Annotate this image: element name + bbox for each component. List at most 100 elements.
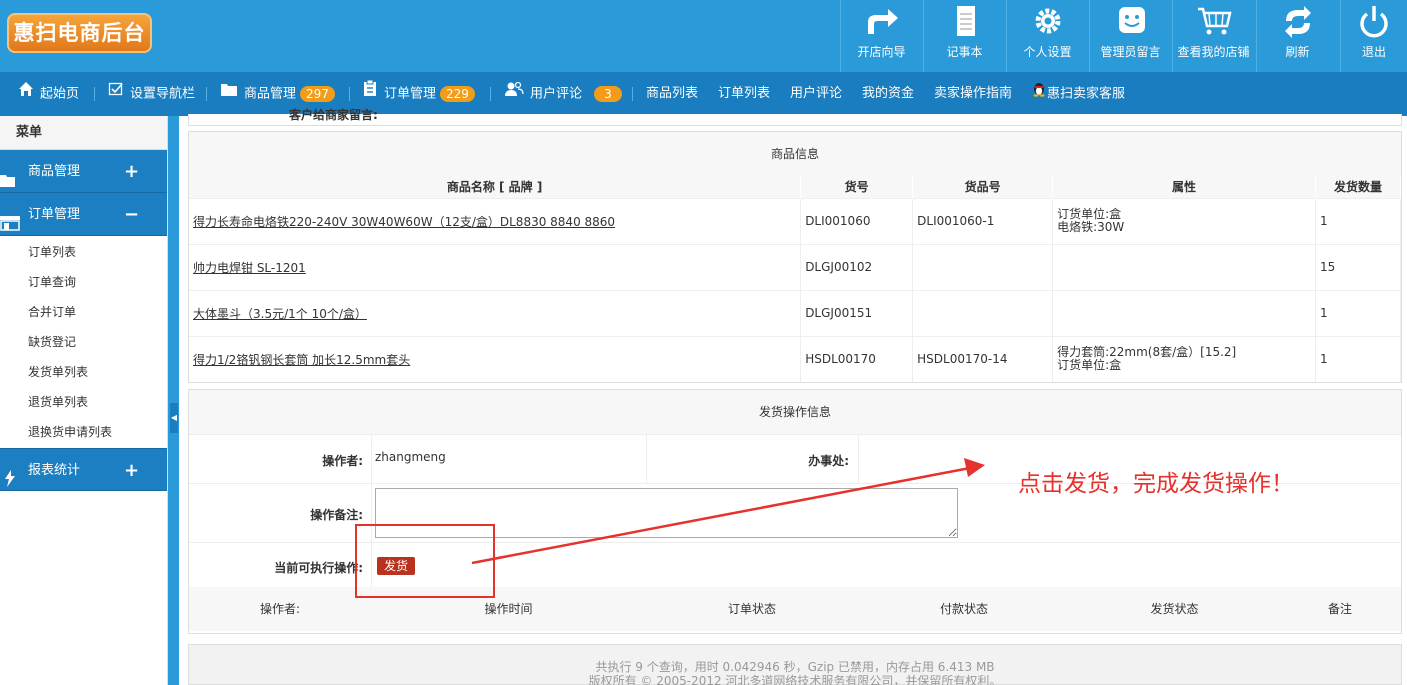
nav-item-order-management[interactable]: 订单管理 229 xyxy=(362,72,475,116)
column-header: 发货数量 xyxy=(1315,176,1401,198)
product-link[interactable]: 大体墨斗（3.5元/1个 10个/盒） xyxy=(193,307,367,321)
annotation-arrow xyxy=(471,458,985,565)
nav-item-my-funds[interactable]: 我的资金 xyxy=(862,72,914,116)
logout-button[interactable]: 退出 xyxy=(1340,0,1407,72)
action-label: 当前可执行操作: xyxy=(274,561,363,575)
operator-label: 操作者: xyxy=(322,454,363,468)
gear-icon xyxy=(1028,6,1068,36)
personal-settings-button[interactable]: 个人设置 xyxy=(1006,0,1088,72)
site-logo[interactable]: 惠扫电商后台 xyxy=(7,13,152,53)
sidebar-group-reports[interactable]: 报表统计 + xyxy=(0,448,167,491)
product-link[interactable]: 得力1/2铬钒钢长套筒 加长12.5mm套头 xyxy=(193,353,410,367)
sidebar-item-merge-orders[interactable]: 合并订单 xyxy=(0,297,167,327)
product-table: 商品名称 [ 品牌 ] 货号 货品号 属性 发货数量 得力长寿命电烙铁220-2… xyxy=(189,176,1401,382)
menu-title: 菜单 xyxy=(0,116,167,150)
collapse-icon[interactable]: − xyxy=(124,193,139,236)
sidebar-item-return-list[interactable]: 退货单列表 xyxy=(0,387,167,417)
store-icon xyxy=(0,206,20,249)
lightning-icon xyxy=(4,462,16,505)
notepad-icon xyxy=(945,6,985,36)
sidebar-item-order-list[interactable]: 订单列表 xyxy=(0,237,167,267)
sku-cell: DLI001060 xyxy=(800,197,914,244)
sidebar-item-shipping-list[interactable]: 发货单列表 xyxy=(0,357,167,387)
customer-message-label: 客户给商家留言: xyxy=(289,108,378,122)
share-arrow-icon xyxy=(862,6,902,36)
nav-item-settings[interactable]: 设置导航栏 xyxy=(108,72,195,116)
sku-cell: DLGJ00102 xyxy=(800,243,914,290)
sidebar-item-order-query[interactable]: 订单查询 xyxy=(0,267,167,297)
column-header: 货号 xyxy=(800,176,914,198)
sidebar-group-products[interactable]: 商品管理 + xyxy=(0,150,167,193)
table-row: 帅力电焊钳 SL-1201 DLGJ00102 15 xyxy=(189,243,1401,290)
operator-value: zhangmeng xyxy=(375,450,446,464)
nav-item-seller-guide[interactable]: 卖家操作指南 xyxy=(934,72,1012,116)
sidebar-collapse-handle[interactable]: ◀ xyxy=(170,403,178,433)
table-row: 得力1/2铬钒钢长套筒 加长12.5mm套头 HSDL00170 HSDL001… xyxy=(189,335,1401,382)
product-info-panel: 商品信息 商品名称 [ 品牌 ] 货号 货品号 属性 发货数量 得力长寿命电烙铁… xyxy=(188,131,1402,383)
expand-icon[interactable]: + xyxy=(124,449,139,492)
qty-cell: 1 xyxy=(1315,335,1401,382)
qq-penguin-icon xyxy=(1032,72,1046,116)
main-content: 客户给商家留言: 商品信息 商品名称 [ 品牌 ] 货号 货品号 属性 发货数量… xyxy=(179,108,1407,685)
qty-cell: 15 xyxy=(1315,243,1401,290)
nav-item-product-list[interactable]: 商品列表 xyxy=(646,72,698,116)
nav-divider xyxy=(349,87,350,101)
page-footer: 共执行 9 个查询，用时 0.042946 秒，Gzip 已禁用，内存占用 6.… xyxy=(188,644,1402,685)
product-link[interactable]: 得力长寿命电烙铁220-240V 30W40W60W（12支/盒）DL8830 … xyxy=(193,215,615,229)
item-no-cell: HSDL00170-14 xyxy=(912,335,1054,382)
column-header: 操作者: xyxy=(259,602,301,616)
nav-divider xyxy=(206,87,207,101)
refresh-button[interactable]: 刷新 xyxy=(1256,0,1338,72)
nav-divider xyxy=(94,87,95,101)
column-header: 订单状态 xyxy=(727,602,776,616)
nav-item-order-list[interactable]: 订单列表 xyxy=(718,72,770,116)
footer-stats: 共执行 9 个查询，用时 0.042946 秒，Gzip 已禁用，内存占用 6.… xyxy=(595,660,995,674)
nav-item-user-reviews[interactable]: 用户评论 3 xyxy=(504,72,622,116)
sidebar-menu: 菜单 商品管理 + 订单管理 − 订单列表 订单查询 合并订单 缺货登记 发货单… xyxy=(0,116,168,685)
column-header: 货品号 xyxy=(912,176,1054,198)
open-store-guide-button[interactable]: 开店向导 xyxy=(840,0,922,72)
nav-item-home[interactable]: 起始页 xyxy=(18,72,79,116)
review-count-badge: 3 xyxy=(594,85,622,102)
main-nav-bar: 起始页 设置导航栏 商品管理 297 订单管理 229 用户评论 3 商品列表 订单… xyxy=(0,72,1407,116)
column-header: 备注 xyxy=(1327,602,1352,616)
column-header: 付款状态 xyxy=(939,602,988,616)
item-no-cell: DLI001060-1 xyxy=(912,197,1054,244)
annotation-text: 点击发货，完成发货操作！ xyxy=(1018,471,1294,497)
table-row: 得力长寿命电烙铁220-240V 30W40W60W（12支/盒）DL8830 … xyxy=(189,197,1401,244)
sidebar-item-out-of-stock[interactable]: 缺货登记 xyxy=(0,327,167,357)
view-my-store-button[interactable]: 查看我的店铺 xyxy=(1172,0,1254,72)
sku-cell: HSDL00170 xyxy=(800,335,914,382)
item-no-cell xyxy=(912,289,1054,336)
column-header: 发货状态 xyxy=(1150,602,1199,616)
nav-item-seller-support[interactable]: 惠扫卖家客服 xyxy=(1032,72,1125,116)
qty-cell: 1 xyxy=(1315,289,1401,336)
note-label: 操作备注: xyxy=(310,508,363,522)
notepad-button[interactable]: 记事本 xyxy=(923,0,1005,72)
footer-copyright: 版权所有 © 2005-2012 河北多道网络技术服务有限公司，并保留所有权利。 xyxy=(588,674,1002,685)
shipping-operation-title: 发货操作信息 xyxy=(189,390,1401,434)
users-icon xyxy=(504,72,524,116)
chat-smile-icon xyxy=(1111,6,1151,36)
item-no-cell xyxy=(912,243,1054,290)
expand-icon[interactable]: + xyxy=(124,150,139,193)
product-info-title: 商品信息 xyxy=(189,132,1401,176)
admin-message-button[interactable]: 管理员留言 xyxy=(1089,0,1171,72)
sidebar-group-orders[interactable]: 订单管理 − xyxy=(0,193,167,236)
attribute-cell xyxy=(1052,243,1316,290)
nav-item-user-comments[interactable]: 用户评论 xyxy=(790,72,842,116)
sidebar-splitter[interactable] xyxy=(168,116,179,685)
refresh-icon xyxy=(1278,6,1318,38)
customer-message-panel: 客户给商家留言: xyxy=(188,108,1402,126)
top-header: 惠扫电商后台 开店向导 记事本 个人设置 管理员留言 查看我的店铺 刷新 退出 xyxy=(0,0,1407,72)
checkbox-icon xyxy=(108,72,124,116)
table-header-row: 商品名称 [ 品牌 ] 货号 货品号 属性 发货数量 xyxy=(189,176,1401,198)
product-link[interactable]: 帅力电焊钳 SL-1201 xyxy=(193,261,306,275)
power-icon xyxy=(1354,6,1394,38)
qty-cell: 1 xyxy=(1315,197,1401,244)
folder-icon xyxy=(220,72,238,116)
sidebar-item-exchange-requests[interactable]: 退换货申请列表 xyxy=(0,417,167,447)
product-count-badge: 297 xyxy=(300,85,335,102)
nav-divider xyxy=(632,87,633,101)
column-header: 属性 xyxy=(1052,176,1316,198)
